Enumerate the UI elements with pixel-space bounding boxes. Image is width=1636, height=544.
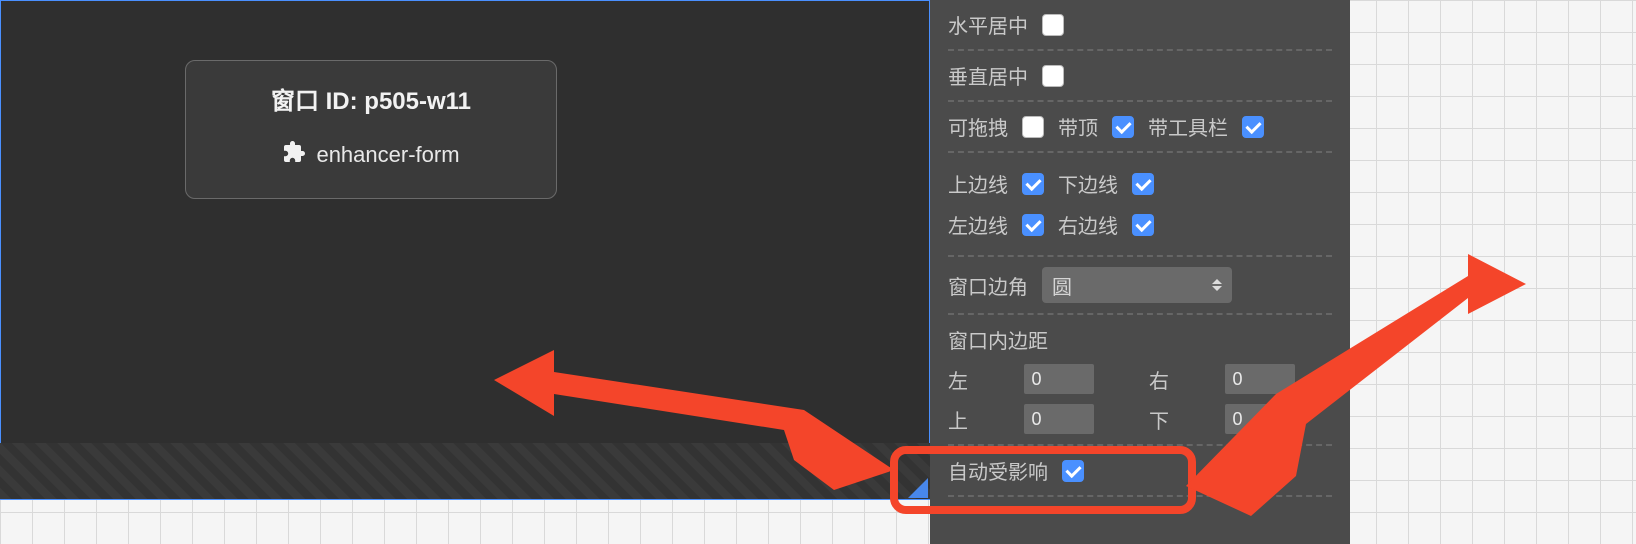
checkbox-border-left[interactable]	[1022, 214, 1044, 236]
checkbox-horizontal-center[interactable]	[1042, 14, 1064, 36]
window-id-prefix: 窗口 ID:	[271, 88, 364, 115]
chevron-updown-icon	[1212, 279, 1222, 291]
input-padding-right[interactable]	[1225, 364, 1295, 394]
group-padding: 窗口内边距 左 右 上 下	[948, 315, 1332, 446]
row-auto-affect: 自动受影响	[948, 446, 1332, 497]
group-borders: 上边线 下边线 左边线 右边线	[948, 153, 1332, 257]
label-with-toolbar: 带工具栏	[1148, 112, 1228, 141]
label-horizontal-center: 水平居中	[948, 10, 1028, 39]
label-border-bottom: 下边线	[1058, 169, 1118, 198]
select-window-corner[interactable]: 圆	[1042, 267, 1232, 303]
label-vertical-center: 垂直居中	[948, 61, 1028, 90]
label-border-right: 右边线	[1058, 210, 1118, 239]
checkbox-border-bottom[interactable]	[1132, 173, 1154, 195]
label-padding-bottom: 下	[1149, 405, 1207, 434]
select-window-corner-value: 圆	[1052, 271, 1072, 300]
label-padding-left: 左	[948, 365, 1006, 394]
checkbox-border-right[interactable]	[1132, 214, 1154, 236]
row-horizontal-center: 水平居中	[948, 0, 1332, 51]
checkbox-draggable[interactable]	[1022, 116, 1044, 138]
window-id-value: p505-w11	[364, 88, 471, 115]
label-border-top: 上边线	[948, 169, 1008, 198]
resize-handle-icon[interactable]	[908, 478, 928, 498]
row-window-corner: 窗口边角 圆	[948, 257, 1332, 315]
label-with-top: 带顶	[1058, 112, 1098, 141]
checkbox-with-top[interactable]	[1112, 116, 1134, 138]
label-border-left: 左边线	[948, 210, 1008, 239]
checkbox-auto-affect[interactable]	[1062, 460, 1084, 482]
window-info-card[interactable]: 窗口 ID: p505-w11 enhancer-form	[185, 60, 557, 199]
add-button[interactable]: +	[842, 450, 862, 484]
label-auto-affect: 自动受影响	[948, 456, 1048, 485]
label-window-padding: 窗口内边距	[948, 325, 1332, 354]
checkbox-with-toolbar[interactable]	[1242, 116, 1264, 138]
label-draggable: 可拖拽	[948, 112, 1008, 141]
properties-panel: 水平居中 垂直居中 可拖拽 带顶 带工具栏 上边线 下边线 左边线 右边线 窗口…	[930, 0, 1350, 544]
window-component-row: enhancer-form	[208, 140, 534, 170]
puzzle-icon	[282, 140, 306, 170]
input-padding-left[interactable]	[1024, 364, 1094, 394]
label-padding-top: 上	[948, 405, 1006, 434]
window-id-title: 窗口 ID: p505-w11	[208, 81, 534, 116]
row-drag-top-toolbar: 可拖拽 带顶 带工具栏	[948, 102, 1332, 153]
label-window-corner: 窗口边角	[948, 271, 1028, 300]
input-padding-bottom[interactable]	[1225, 404, 1295, 434]
input-padding-top[interactable]	[1024, 404, 1094, 434]
row-vertical-center: 垂直居中	[948, 51, 1332, 102]
canvas-bottom-stripe	[0, 443, 930, 500]
label-padding-right: 右	[1149, 365, 1207, 394]
checkbox-border-top[interactable]	[1022, 173, 1044, 195]
window-component-label: enhancer-form	[316, 142, 459, 168]
checkbox-vertical-center[interactable]	[1042, 65, 1064, 87]
